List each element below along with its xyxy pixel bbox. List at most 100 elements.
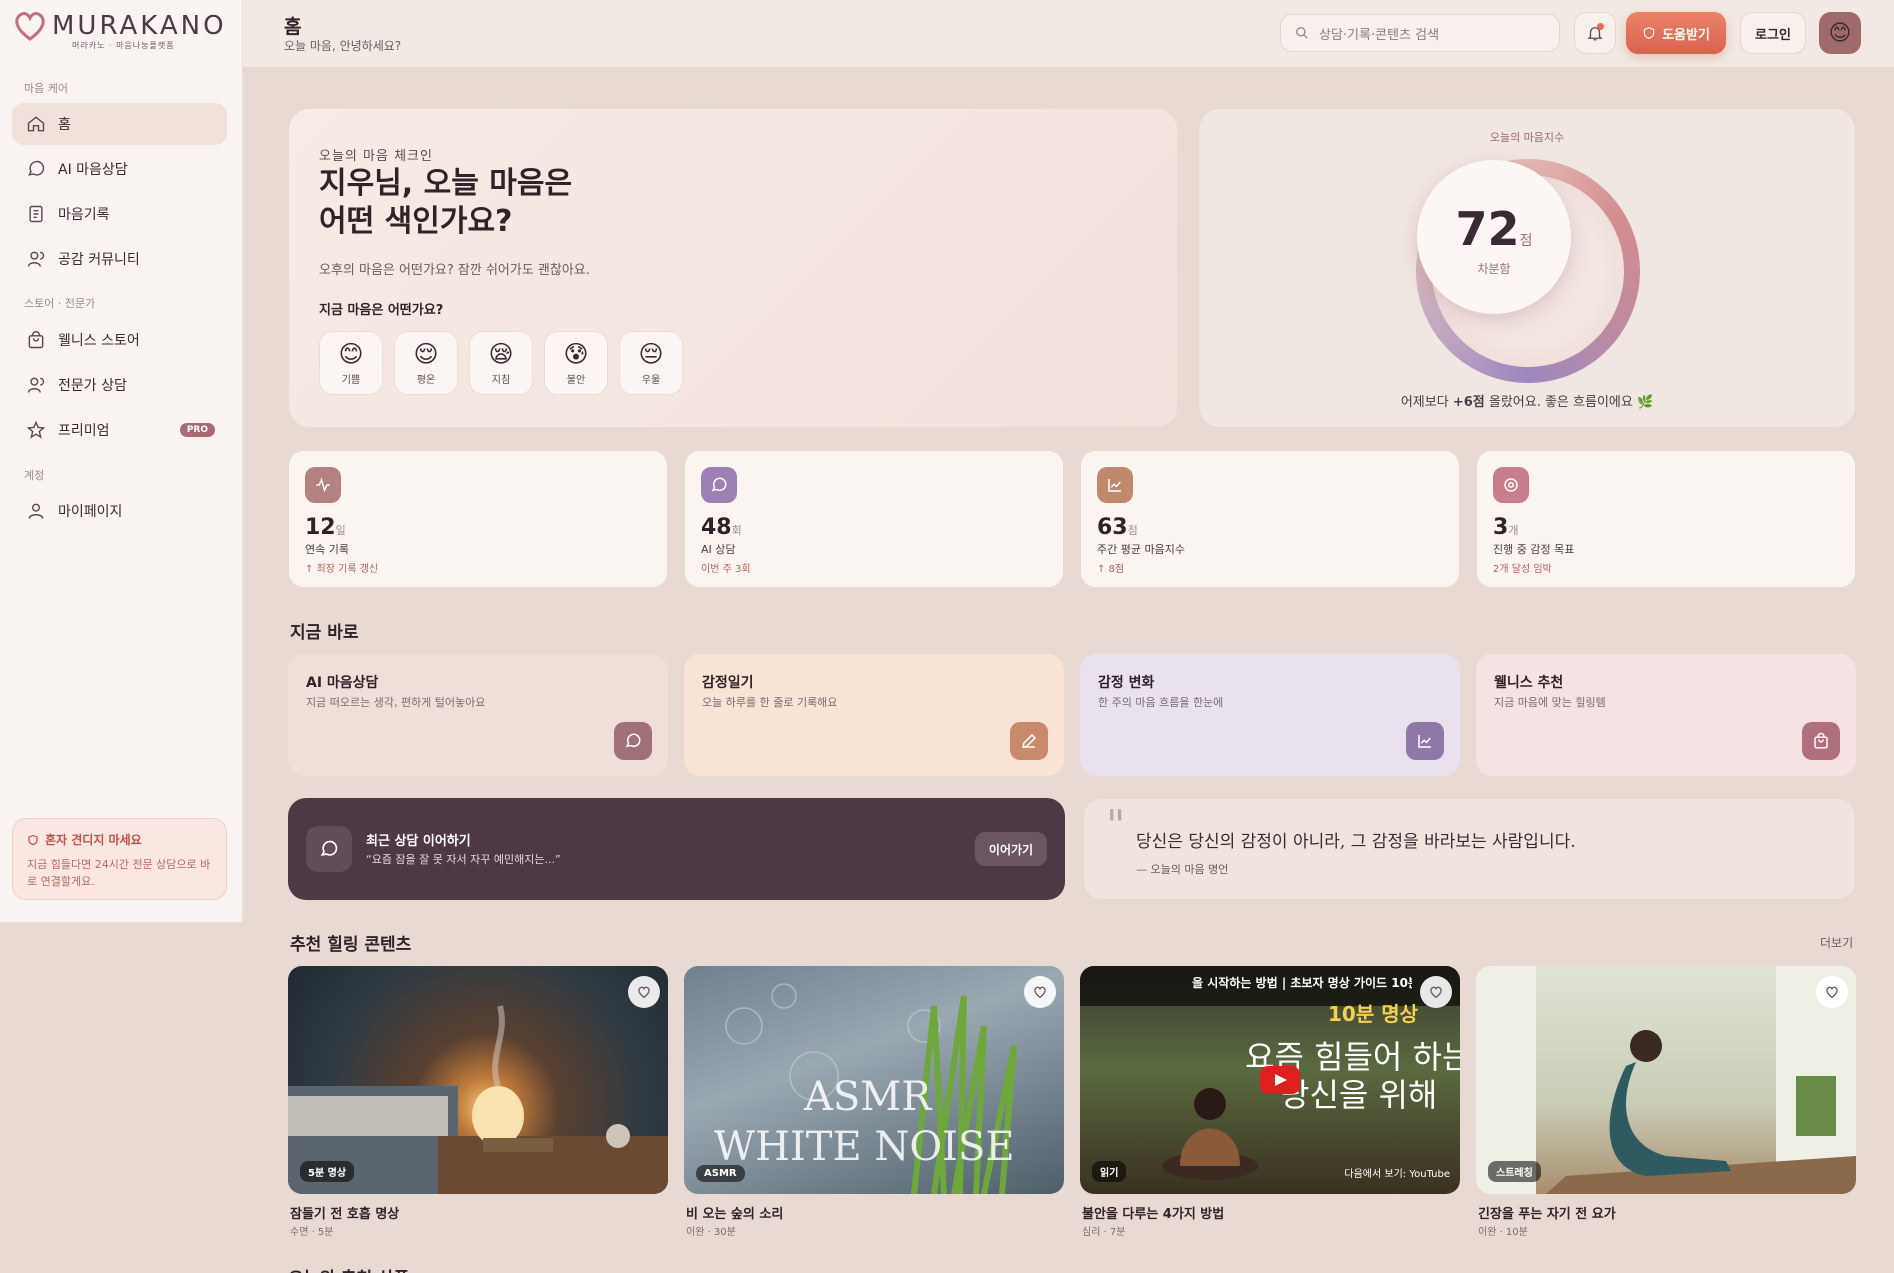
mood-label: 우울 [641,375,661,386]
stat-card-streak[interactable]: 12일 연속 기록 ↑ 최장 기록 갱신 [288,450,668,588]
stat-card-ai-sessions[interactable]: 48회 AI 상담 이번 주 3회 [684,450,1064,588]
sidebar-item-home[interactable]: 홈 [12,103,227,145]
mind-index-center: 72점 차분함 [1417,160,1571,314]
sidebar-item-store[interactable]: 웰니스 스토어 [12,319,227,361]
sidebar-item-expert[interactable]: 전문가 상담 [12,364,227,406]
sidebar-item-ai-counsel[interactable]: AI 마음상담 [12,148,227,190]
continue-button[interactable]: 이어가기 [975,832,1047,866]
shield-icon [1643,27,1655,39]
sidebar-item-label: 마이페이지 [58,504,123,520]
sidebar-item-premium[interactable]: 프리미엄 PRO [12,409,227,451]
notification-button[interactable] [1574,12,1616,54]
login-button[interactable]: 로그인 [1740,12,1806,54]
section-label-store: 스토어 · 전문가 [24,297,96,310]
quick-card-button[interactable] [1802,722,1840,760]
content-card-rain[interactable]: ASMR WHITE NOISE ASMR [684,966,1064,1194]
search-input[interactable]: 상담·기록·콘텐츠 검색 [1280,14,1560,52]
sidebar-item-label: 전문가 상담 [58,378,127,394]
stat-value: 48 [701,515,732,540]
mind-index-card: 오늘의 마음지수 72점 차분함 어제보다 +6점 올랐어요. 좋은 흐름이에요… [1198,108,1856,428]
pro-badge: PRO [179,423,215,437]
mood-option-calm[interactable]: 😌 평온 [394,331,458,395]
crisis-support-card[interactable]: 혼자 견디지 마세요 지금 힘들다면 24시간 전문 상담으로 바로 연결할게요… [12,818,227,900]
section-label-account: 계정 [24,469,45,482]
content-title[interactable]: 비 오는 숲의 소리 [686,1203,783,1222]
favorite-button[interactable] [1420,976,1452,1008]
favorite-button[interactable] [1816,976,1848,1008]
content-card-yoga[interactable]: 스트레칭 [1476,966,1856,1194]
favorite-button[interactable] [628,976,660,1008]
more-link[interactable]: 더보기 [1820,934,1853,951]
chat-icon [320,840,338,856]
recent-session-card[interactable]: 최근 상담 이어하기 “요즘 잠을 잘 못 자서 자꾸 예민해지는...” 이어… [288,798,1065,900]
content-meta: 이완 · 30분 [686,1227,736,1238]
content-title[interactable]: 잠들기 전 호흡 명상 [290,1203,399,1222]
recent-session-icon-box [306,826,352,872]
content-title[interactable]: 불안을 다루는 4가지 방법 [1082,1203,1224,1222]
checkin-kicker: 오늘의 마음 체크인 [319,149,433,164]
quick-card-title: 웰니스 추천 [1494,675,1564,691]
sidebar-item-label: 마음기록 [58,207,110,223]
daily-quote-card: " 당신은 당신의 감정이 아니라, 그 감정을 바라보는 사람입니다. — 오… [1083,798,1856,900]
quick-card-emotion-change[interactable]: 감정 변화 한 주의 마음 흐름을 한눈에 [1080,654,1460,776]
home-icon [27,116,45,132]
brand-logo[interactable]: MURAKANO 머라카노 · 마음나눔플랫폼 [12,8,224,52]
sidebar-item-journal[interactable]: 마음기록 [12,193,227,235]
stat-card-goals[interactable]: 3개 진행 중 감정 목표 2개 달성 임박 [1476,450,1856,588]
pulse-icon [316,477,330,493]
content-card-breathing[interactable]: 5분 명상 [288,966,668,1194]
pen-icon [1022,733,1037,748]
mood-option-anxious[interactable]: 😰 불안 [544,331,608,395]
quick-card-desc: 지금 마음에 맞는 힐링템 [1494,696,1606,709]
quick-card-wellness[interactable]: 웰니스 추천 지금 마음에 맞는 힐링템 [1476,654,1856,776]
sidebar-item-mypage[interactable]: 마이페이지 [12,490,227,532]
youtube-play-icon[interactable] [1260,1066,1300,1094]
people-icon [27,251,45,267]
mood-option-sad[interactable]: 😔 우울 [619,331,683,395]
content-card-anxiety[interactable]: 을 시작하는 방법 | 초보자 명상 가이드 10분 10분 명상 요즘 힘들어… [1080,966,1460,1194]
stat-icon-box [305,467,341,503]
content-title[interactable]: 긴장을 푸는 자기 전 요가 [1478,1203,1616,1222]
sidebar-item-community[interactable]: 공감 커뮤니티 [12,238,227,280]
stat-value-row: 63점 [1097,515,1138,540]
heart-logo-icon [15,12,45,41]
help-button[interactable]: 도움받기 [1626,12,1726,54]
mood-emoji: 😰 [563,340,589,368]
mood-option-tired[interactable]: 😪 지침 [469,331,533,395]
stat-icon-box [1493,467,1529,503]
stat-icon-box [1097,467,1133,503]
stat-card-weekly-index[interactable]: 63점 주간 평균 마음지수 ↑ 8점 [1080,450,1460,588]
quote-source: — 오늘의 마음 명언 [1136,863,1229,876]
mood-option-joy[interactable]: 😊 기쁨 [319,331,383,395]
journal-icon [29,205,43,223]
sidebar-item-label: 공감 커뮤니티 [58,252,140,268]
mood-emoji: 😊 [338,340,364,368]
heart-icon [1430,986,1442,999]
avatar[interactable]: 😊 [1819,12,1861,54]
stat-icon-box [701,467,737,503]
stat-unit: 일 [335,524,346,537]
expert-icon [27,377,45,393]
quote-text: 당신은 당신의 감정이 아니라, 그 감정을 바라보는 사람입니다. [1136,832,1576,852]
checkin-title: 지우님, 오늘 마음은 어떤 색인가요? [319,165,639,241]
chart-icon [1108,479,1121,492]
quick-card-title: AI 마음상담 [306,675,379,691]
quick-card-ai-counsel[interactable]: AI 마음상담 지금 떠오르는 생각, 편하게 털어놓아요 [288,654,668,776]
quick-card-diary[interactable]: 감정일기 오늘 하루를 한 줄로 기록해요 [684,654,1064,776]
help-button-label: 도움받기 [1662,27,1710,43]
stat-label: AI 상담 [701,543,736,556]
mood-emoji: 😔 [638,340,664,368]
next-section-title: 오늘의 추천 상품 [288,1264,409,1273]
asmr-overlay-line2: WHITE NOISE [714,1124,1015,1170]
quick-card-button[interactable] [1010,722,1048,760]
quick-card-button[interactable] [614,722,652,760]
favorite-button[interactable] [1024,976,1056,1008]
asmr-overlay-line1: ASMR [804,1074,932,1120]
quick-card-button[interactable] [1406,722,1444,760]
content-tag: 읽기 [1092,1161,1127,1182]
content-tag: 5분 명상 [300,1161,355,1182]
stat-change: 2개 달성 임박 [1493,564,1552,575]
stat-unit: 점 [1127,524,1138,537]
sidebar-item-label: 프리미엄 [58,423,110,439]
mood-question: 지금 마음은 어떤가요? [319,303,444,318]
